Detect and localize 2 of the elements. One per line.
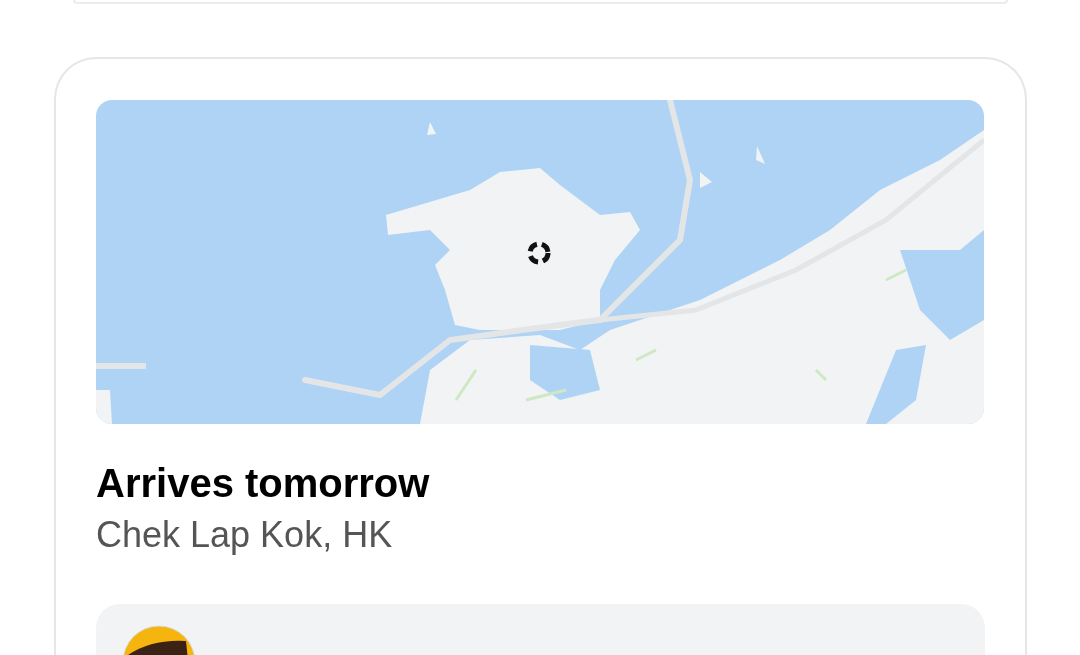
arrival-status: Arrives tomorrow [96,460,431,507]
location-text: Chek Lap Kok, HK [96,513,394,557]
